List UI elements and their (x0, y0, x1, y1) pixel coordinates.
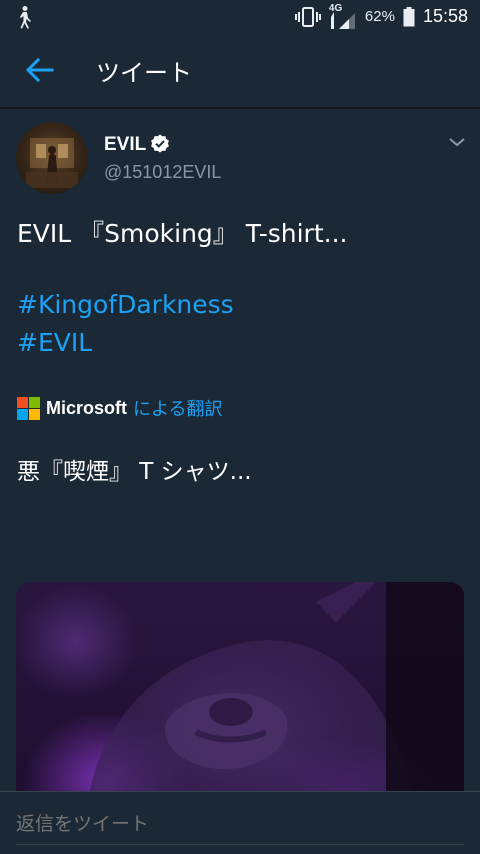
author-name[interactable]: EVIL (104, 134, 146, 156)
status-right: 4G 62% 15:58 (294, 0, 468, 33)
verified-badge-icon (151, 134, 169, 153)
back-arrow-icon (26, 58, 54, 82)
hashtag-link[interactable]: #EVIL (17, 328, 92, 357)
reply-bar (0, 791, 480, 854)
signal-icon: 4G (328, 3, 355, 29)
media-image (89, 582, 464, 791)
walking-person-icon (20, 6, 31, 29)
tweet-media[interactable] (16, 582, 464, 791)
microsoft-logo-icon (17, 396, 40, 420)
translation-attribution: Microsoft による翻訳 (17, 396, 222, 420)
vibrate-icon (294, 6, 321, 27)
chevron-down-icon[interactable] (446, 134, 468, 150)
battery-icon (403, 6, 415, 26)
app-bar: ツイート (0, 33, 480, 109)
page-title: ツイート (96, 59, 192, 87)
translated-by-label[interactable]: による翻訳 (133, 395, 222, 421)
author-handle[interactable]: @151012EVIL (104, 162, 221, 183)
reply-input[interactable] (16, 808, 464, 840)
tweet-detail: EVIL @151012EVIL EVIL 『Smoking』 T-shirt.… (0, 108, 480, 791)
translator-brand: Microsoft (46, 397, 127, 418)
hashtag-link[interactable]: #KingofDarkness (17, 290, 234, 319)
avatar-image (26, 138, 78, 188)
tweet-text: EVIL 『Smoking』 T-shirt... (17, 219, 348, 248)
translated-text: 悪『喫煙』 T シャツ... (17, 459, 252, 485)
status-bar: 4G 62% 15:58 (0, 0, 480, 33)
clock: 15:58 (422, 6, 468, 26)
reply-underline (16, 844, 464, 845)
back-button[interactable] (20, 50, 60, 90)
battery-percent: 62% (364, 8, 395, 25)
avatar[interactable] (16, 122, 88, 194)
